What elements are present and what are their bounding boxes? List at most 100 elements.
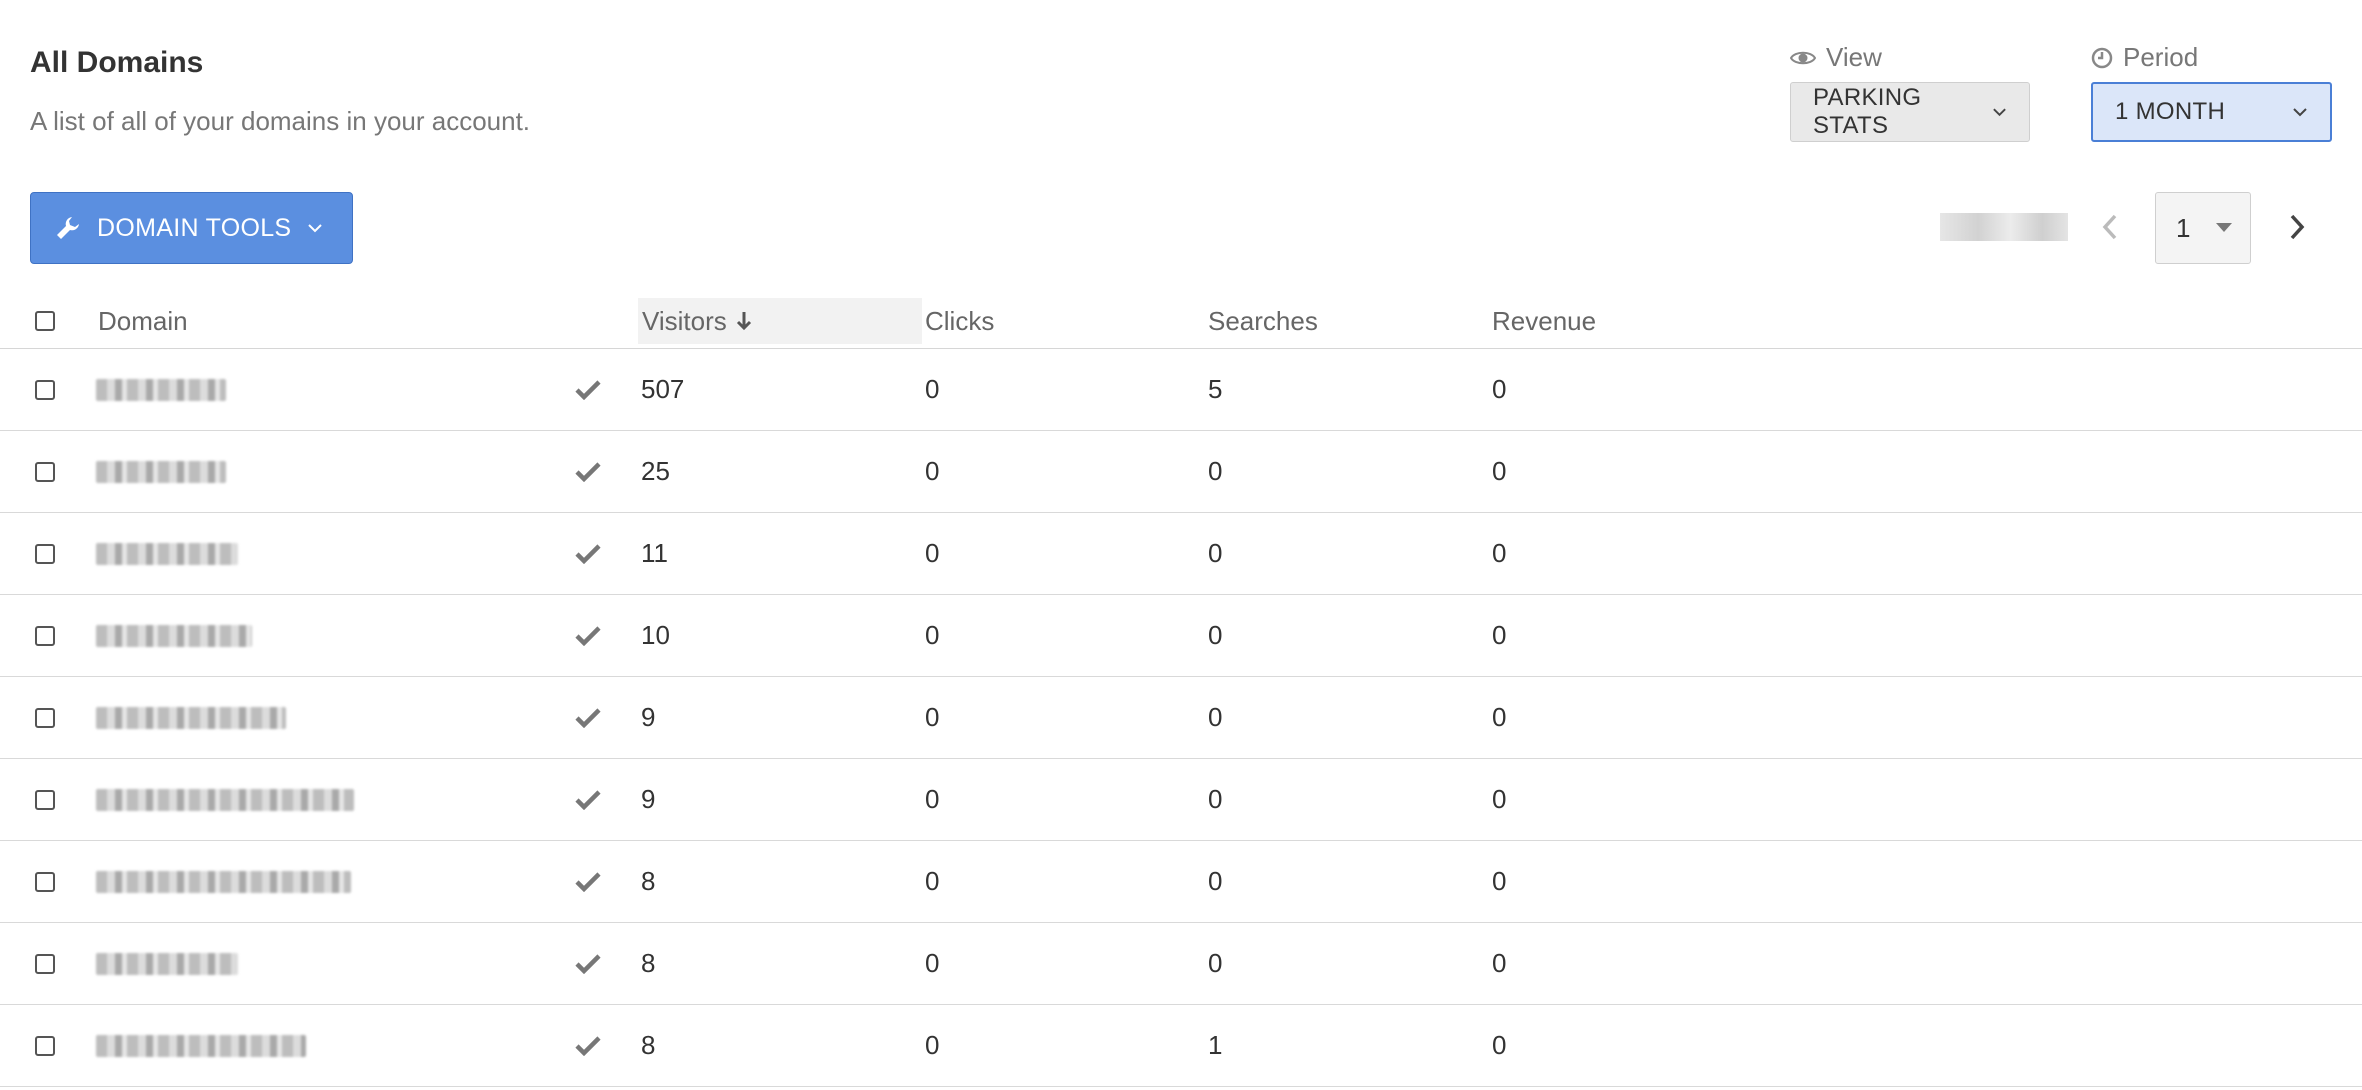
domain-name-redacted[interactable]	[96, 759, 354, 840]
check-icon	[575, 789, 601, 810]
domain-name-redacted[interactable]	[96, 513, 238, 594]
redacted-text	[96, 1034, 306, 1057]
view-select[interactable]: PARKING STATS	[1790, 82, 2030, 142]
clicks-cell: 0	[925, 538, 940, 568]
next-page-button[interactable]	[2280, 210, 2314, 244]
check-icon	[575, 379, 601, 400]
row-checkbox[interactable]	[35, 461, 55, 482]
row-checkbox-cell	[35, 677, 55, 758]
domain-name-redacted[interactable]	[96, 677, 286, 758]
page-select[interactable]: 1	[2155, 192, 2251, 264]
eye-icon	[1790, 51, 1816, 64]
domain-name-redacted[interactable]	[96, 923, 238, 1004]
row-checkbox[interactable]	[35, 379, 55, 400]
select-all-checkbox[interactable]	[35, 311, 55, 331]
domain-name-redacted[interactable]	[96, 595, 252, 676]
table-row[interactable]: 25 0 0 0	[0, 431, 2362, 513]
visitors-cell: 8	[641, 948, 656, 978]
caret-down-icon	[2216, 223, 2232, 232]
check-icon	[575, 461, 601, 482]
revenue-cell: 0	[1492, 702, 1507, 732]
clicks-cell: 0	[925, 784, 940, 814]
row-checkbox[interactable]	[35, 543, 55, 564]
row-checkbox[interactable]	[35, 953, 55, 974]
table-row[interactable]: 11 0 0 0	[0, 513, 2362, 595]
redacted-text	[96, 706, 286, 729]
searches-cell: 0	[1208, 620, 1223, 650]
table-row[interactable]: 9 0 0 0	[0, 677, 2362, 759]
period-label: Period	[2091, 42, 2198, 73]
wrench-icon	[57, 217, 79, 239]
status-check-icon-cell	[575, 513, 601, 594]
row-checkbox-cell	[35, 595, 55, 676]
view-label: View	[1790, 42, 1882, 73]
column-header-clicks[interactable]: Clicks	[925, 298, 994, 344]
searches-cell: 0	[1208, 702, 1223, 732]
page-subtitle: A list of all of your domains in your ac…	[30, 106, 531, 136]
column-header-searches[interactable]: Searches	[1208, 298, 1318, 344]
row-checkbox[interactable]	[35, 707, 55, 728]
status-check-icon-cell	[575, 595, 601, 676]
domain-name-redacted[interactable]	[96, 1005, 306, 1086]
status-check-icon-cell	[575, 1005, 601, 1086]
visitors-cell: 507	[641, 374, 685, 404]
period-select[interactable]: 1 MONTH	[2091, 82, 2332, 142]
redacted-text	[96, 870, 351, 893]
row-checkbox[interactable]	[35, 1035, 55, 1056]
previous-page-button[interactable]	[2095, 210, 2125, 244]
column-header-domain[interactable]: Domain	[98, 298, 188, 344]
visitors-cell: 25	[641, 456, 670, 486]
row-checkbox[interactable]	[35, 625, 55, 646]
searches-cell: 5	[1208, 374, 1223, 404]
clicks-cell: 0	[925, 1030, 940, 1060]
row-checkbox-cell	[35, 1005, 55, 1086]
table-row[interactable]: 8 0 0 0	[0, 923, 2362, 1005]
row-checkbox[interactable]	[35, 789, 55, 810]
row-checkbox[interactable]	[35, 871, 55, 892]
chevron-right-icon	[2290, 214, 2305, 240]
table-body: 507 0 5 0 25 0 0 0 11 0 0 0 10 0 0 0 9 0…	[0, 349, 2362, 1087]
revenue-cell: 0	[1492, 866, 1507, 896]
check-icon	[575, 707, 601, 728]
table-row[interactable]: 507 0 5 0	[0, 349, 2362, 431]
clicks-cell: 0	[925, 456, 940, 486]
domain-name-redacted[interactable]	[96, 349, 226, 430]
searches-cell: 1	[1208, 1030, 1223, 1060]
column-header-visitors[interactable]: Visitors	[638, 298, 922, 344]
status-check-icon-cell	[575, 923, 601, 1004]
redacted-text	[96, 788, 354, 811]
table-row[interactable]: 8 0 0 0	[0, 841, 2362, 923]
current-page: 1	[2176, 212, 2191, 243]
domain-tools-button[interactable]: DOMAIN TOOLS	[30, 192, 353, 264]
searches-cell: 0	[1208, 866, 1223, 896]
row-checkbox-cell	[35, 759, 55, 840]
clicks-cell: 0	[925, 948, 940, 978]
period-select-value: 1 MONTH	[2115, 98, 2226, 125]
row-checkbox-cell	[35, 923, 55, 1004]
redacted-text	[96, 460, 226, 483]
revenue-cell: 0	[1492, 374, 1507, 404]
table-row[interactable]: 8 0 1 0	[0, 1005, 2362, 1087]
status-check-icon-cell	[575, 841, 601, 922]
column-header-revenue[interactable]: Revenue	[1492, 298, 1596, 344]
visitors-cell: 11	[641, 538, 668, 568]
status-check-icon-cell	[575, 677, 601, 758]
period-label-text: Period	[2123, 42, 2199, 72]
table-row[interactable]: 10 0 0 0	[0, 595, 2362, 677]
table-row[interactable]: 9 0 0 0	[0, 759, 2362, 841]
chevron-down-icon	[2293, 108, 2307, 117]
column-header-visitors-label: Visitors	[642, 305, 727, 336]
clock-icon	[2091, 47, 2113, 68]
view-label-text: View	[1826, 42, 1882, 72]
chevron-down-icon	[308, 224, 323, 233]
visitors-cell: 9	[641, 784, 656, 814]
row-checkbox-cell	[35, 349, 55, 430]
row-checkbox-cell	[35, 431, 55, 512]
clicks-cell: 0	[925, 374, 940, 404]
check-icon	[575, 543, 601, 564]
domain-name-redacted[interactable]	[96, 841, 351, 922]
domain-tools-label: DOMAIN TOOLS	[97, 213, 292, 242]
domain-name-redacted[interactable]	[96, 431, 226, 512]
check-icon	[575, 953, 601, 974]
revenue-cell: 0	[1492, 948, 1507, 978]
